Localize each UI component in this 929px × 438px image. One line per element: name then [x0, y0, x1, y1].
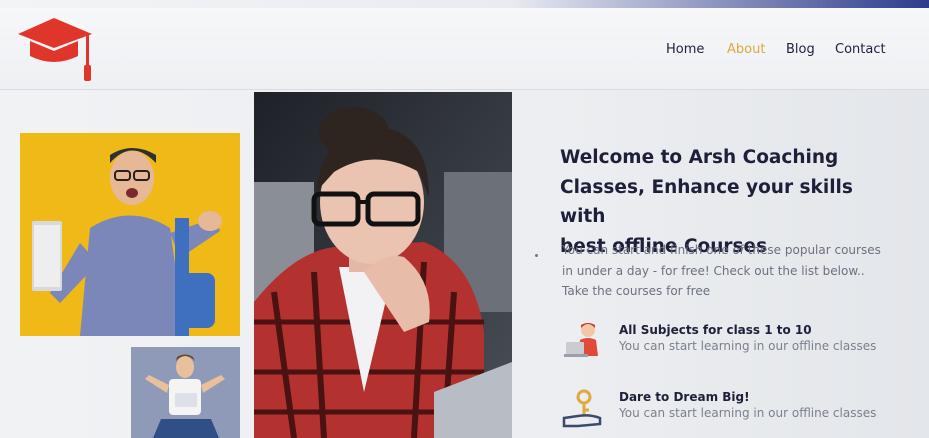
- nav-blog[interactable]: Blog: [786, 42, 815, 57]
- hero-title-line: Classes, Enhance your skills with: [560, 176, 853, 228]
- about-section: Welcome to Arsh Coaching Classes, Enhanc…: [0, 90, 929, 438]
- nav-contact[interactable]: Contact: [835, 42, 886, 57]
- hero-description: You can start and finish one of these po…: [562, 240, 902, 302]
- hero-title-line: Welcome to Arsh Coaching: [560, 147, 839, 168]
- feature-title: All Subjects for class 1 to 10: [619, 323, 812, 337]
- nav-about[interactable]: About: [727, 42, 765, 57]
- description-line: Take the courses for free: [562, 284, 711, 298]
- feature-text: You can start learning in our offline cl…: [619, 339, 877, 353]
- woman-glasses-photo: [254, 92, 512, 438]
- student-laptop-icon: [564, 323, 598, 357]
- man-sitting-photo: [131, 347, 240, 438]
- top-strip: [0, 0, 929, 8]
- description-line: You can start and finish one of these po…: [562, 243, 881, 257]
- hand-key-icon: [562, 389, 602, 428]
- nav-home[interactable]: Home: [666, 42, 704, 57]
- feature-title: Dare to Dream Big!: [619, 390, 750, 404]
- decorative-dot: [535, 254, 538, 257]
- graduation-cap-icon[interactable]: [14, 14, 98, 84]
- student-laptop-photo: [20, 133, 240, 336]
- site-header: Home About Blog Contact: [0, 8, 929, 90]
- description-line: in under a day - for free! Check out the…: [562, 263, 865, 278]
- feature-text: You can start learning in our offline cl…: [619, 406, 877, 420]
